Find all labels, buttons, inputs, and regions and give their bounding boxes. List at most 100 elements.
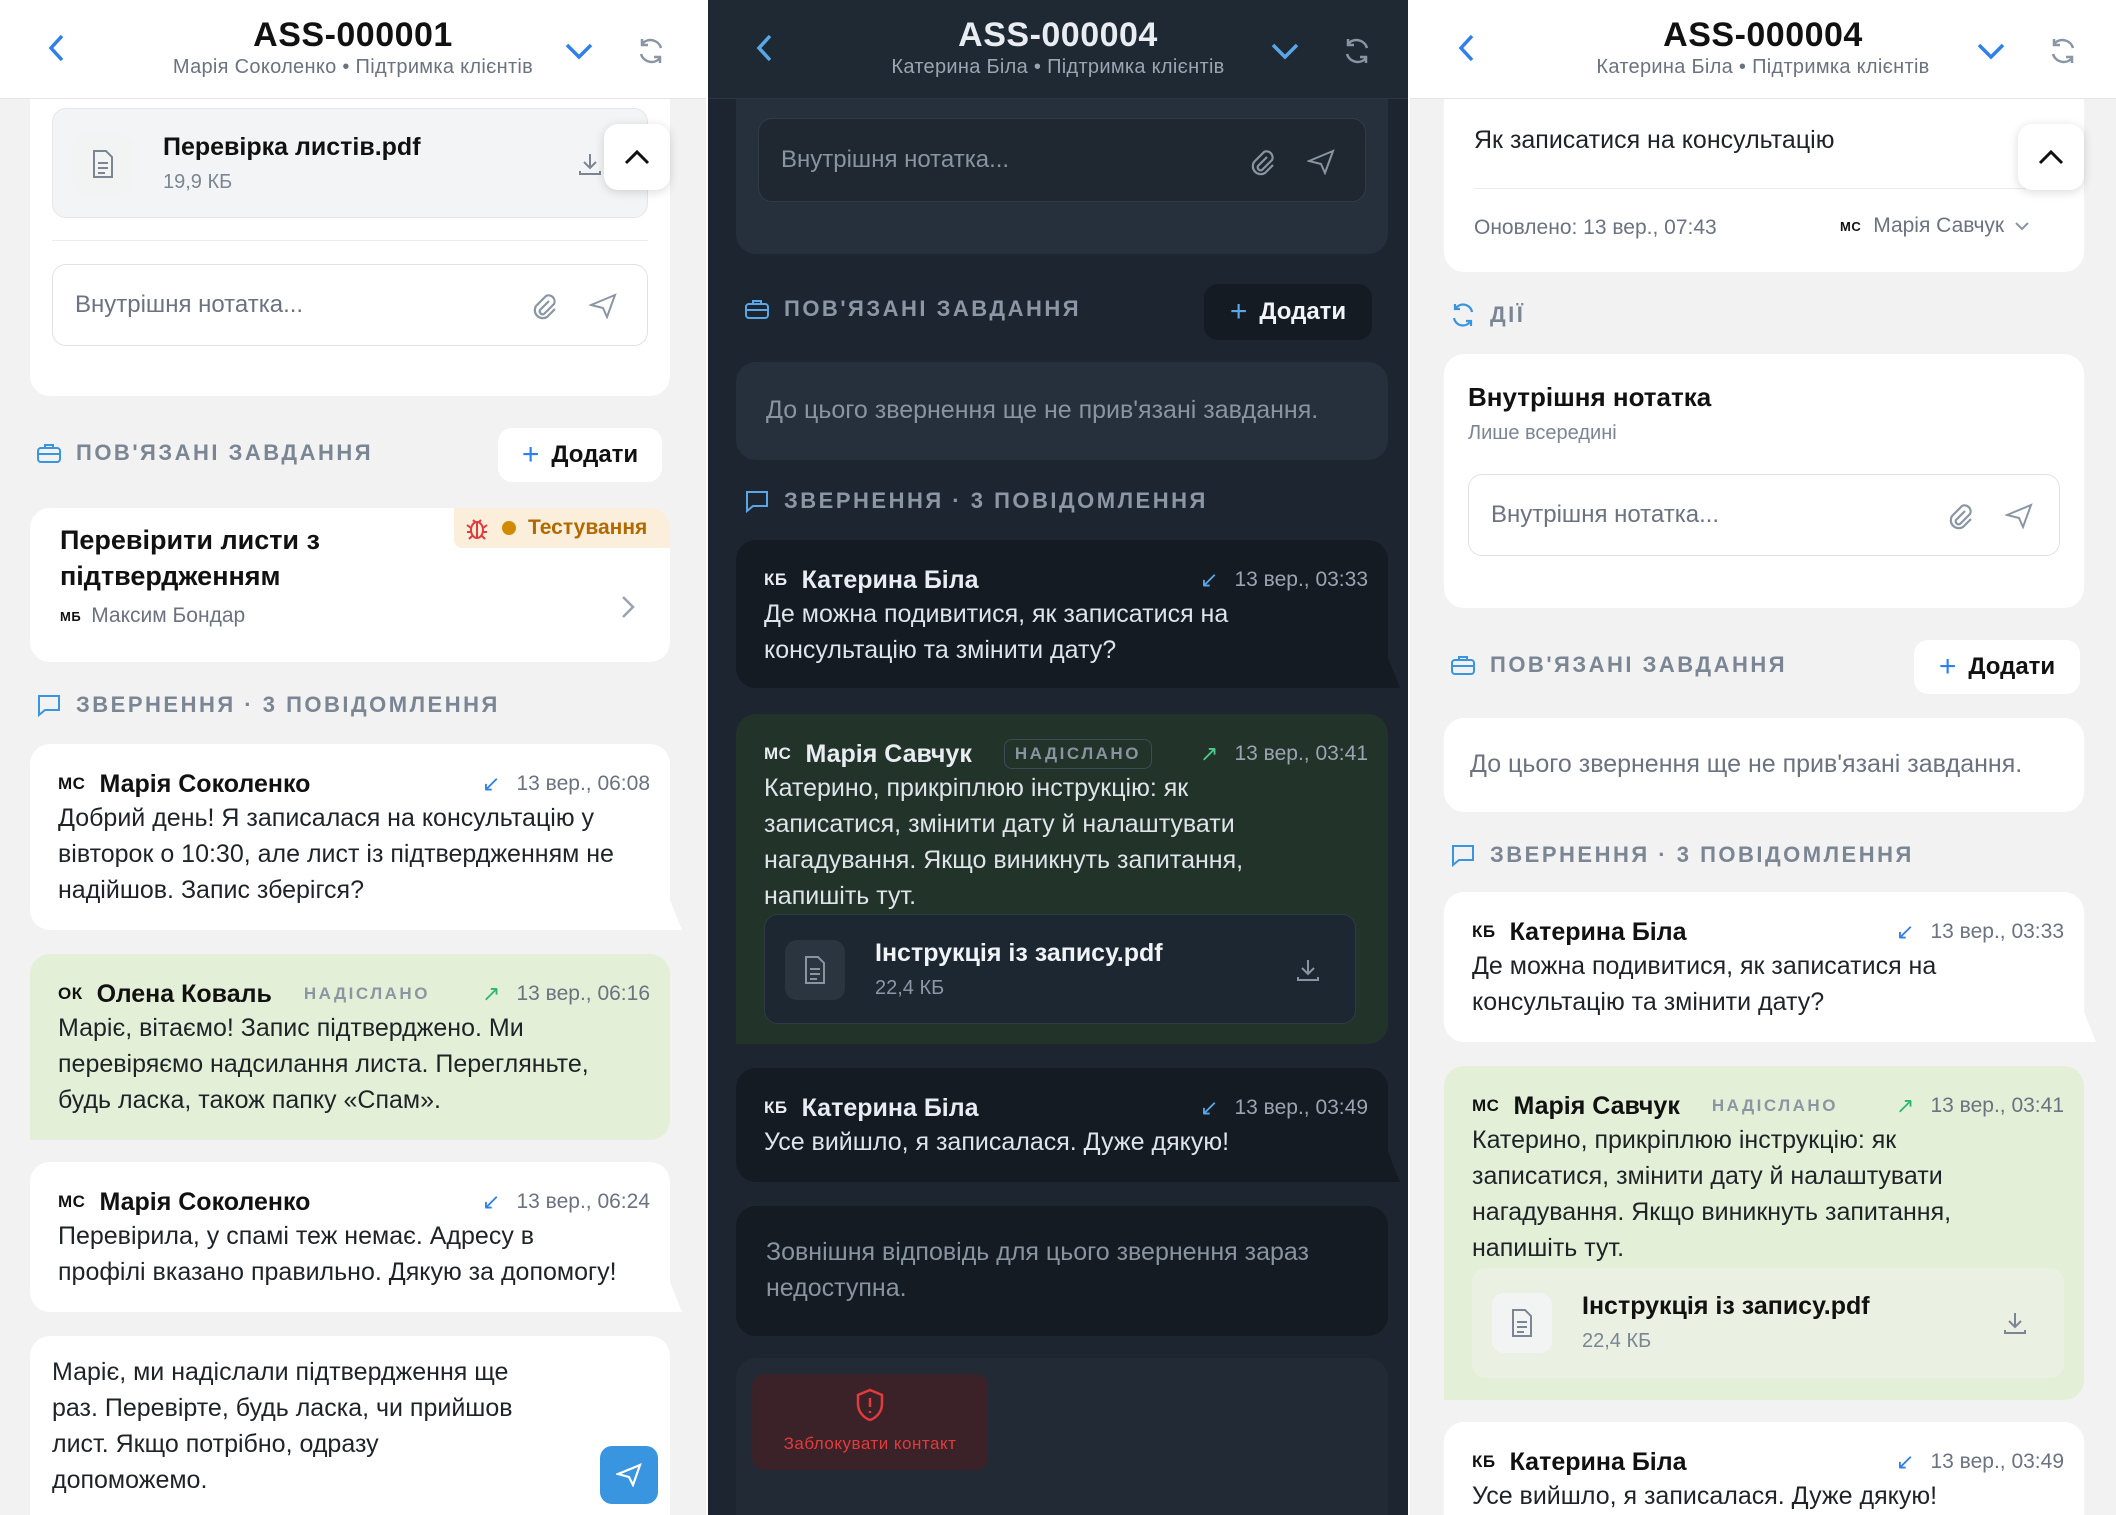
tasks-section-header: ПОВ'ЯЗАНІ ЗАВДАННЯ [36,440,373,466]
updated-text: Оновлено: 13 вер., 07:43 [1474,216,1717,239]
send-icon[interactable] [1305,149,1335,182]
ticket-header: ASS-000004 Катерина Біла • Підтримка клі… [708,0,1408,99]
refresh-icon [1345,38,1369,64]
refresh-button[interactable] [2042,30,2084,72]
dropdown-button[interactable] [1264,30,1306,72]
chat-icon [746,491,768,513]
messages-section-label: ЗВЕРНЕННЯ · 3 ПОВІДОМЛЕННЯ [76,692,500,717]
internal-note-input[interactable]: Внутрішня нотатка... [1468,474,2060,556]
chevron-down-icon [1977,43,2005,60]
sender-name: Марія Соколенко [99,1187,311,1216]
message-outgoing: МС Марія Савчук НАДІСЛАНО ↗ 13 вер., 03:4… [736,714,1388,1044]
add-task-label: Додати [1259,298,1347,325]
shield-alert-icon [856,1388,884,1422]
task-assignee: МБ Максим Бондар [60,604,245,628]
add-task-button[interactable]: + Додати [498,428,662,482]
tasks-section-label: ПОВ'ЯЗАНІ ЗАВДАННЯ [1490,652,1788,677]
ticket-header: ASS-000004 Катерина Біла • Підтримка клі… [1410,0,2116,99]
attachment-row[interactable]: Інструкція із запису.pdf 22,4 КБ [1472,1268,2064,1378]
tasks-section-header: ПОВ'ЯЗАНІ ЗАВДАННЯ [1450,652,1787,678]
messages-section-label: ЗВЕРНЕННЯ · 3 ПОВІДОМЛЕННЯ [1490,842,1914,867]
internal-note-title: Внутрішня нотатка [1468,382,1712,412]
sender-initials: МС [1472,1096,1500,1115]
chevron-down-icon [1271,43,1299,60]
plus-icon: + [1938,650,1957,683]
refresh-icon [2051,38,2075,64]
chat-icon [38,695,60,717]
download-icon[interactable] [1295,957,1321,988]
message-text: Де можна подивитися, як записатися на ко… [1472,952,1937,1016]
sender-name: Олена Коваль [96,979,272,1008]
sent-badge: НАДІСЛАНО [1711,1096,1838,1115]
message-time: ↙ 13 вер., 03:49 [1200,1095,1368,1120]
sender-initials: МС [764,744,792,763]
message-text: Добрий день! Я записалася на консультаці… [58,804,614,904]
internal-note-input[interactable]: Внутрішня нотатка... [52,264,648,346]
paperclip-icon[interactable] [1247,147,1275,184]
internal-note-input[interactable]: Внутрішня нотатка... [758,118,1366,202]
attachment-row[interactable]: Перевірка листів.pdf 19,9 КБ [52,108,648,218]
messages-section-header: ЗВЕРНЕННЯ · 3 ПОВІДОМЛЕННЯ [1450,842,1914,868]
bubble-tail [1388,1152,1400,1182]
sender-name: Марія Соколенко [99,769,311,798]
block-contact-button[interactable]: Заблокувати контакт [752,1374,988,1470]
sent-badge: НАДІСЛАНО [1003,739,1152,769]
tasks-section-header: ПОВ'ЯЗАНІ ЗАВДАННЯ [744,296,1081,322]
document-icon [73,134,133,194]
sender-initials: КБ [764,570,788,589]
message-incoming: МС Марія Соколенко ↙ 13 вер., 06:24 Перев… [30,1162,670,1312]
task-card[interactable]: Перевірити листи з підтвердженням Тестув… [30,508,670,662]
refresh-button[interactable] [1336,30,1378,72]
messages-section-header: ЗВЕРНЕННЯ · 3 ПОВІДОМЛЕННЯ [36,692,500,718]
message-text: Катерино, прикріплюю інструкцію: як запи… [1472,1126,1952,1262]
paperclip-icon[interactable] [529,291,557,328]
collapse-button[interactable] [2018,124,2084,190]
download-icon[interactable] [2002,1310,2028,1341]
sender-initials: КБ [1472,1452,1496,1471]
no-tasks-card: До цього звернення ще не прив'язані завд… [736,362,1388,460]
message-time: ↙ 13 вер., 06:08 [482,771,650,796]
add-task-button[interactable]: + Додати [1204,284,1372,340]
send-icon[interactable] [2003,503,2033,536]
message-text: Усе вийшло, я записалася. Дуже дякую! [764,1128,1230,1156]
sender-initials: КБ [1472,922,1496,941]
message-time: ↙ 13 вер., 06:24 [482,1189,650,1214]
message-text: Де можна подивитися, як записатися на ко… [764,600,1229,664]
refresh-icon [639,38,663,64]
sender-name: Катерина Біла [1509,917,1687,946]
sent-badge: НАДІСЛАНО [303,984,430,1003]
message-time: ↗ 13 вер., 06:16 [482,981,650,1006]
tasks-section-label: ПОВ'ЯЗАНІ ЗАВДАННЯ [76,440,374,465]
collapse-button[interactable] [604,124,670,190]
dropdown-button[interactable] [558,30,600,72]
sender-initials: МС [58,774,86,793]
owner-name: Марія Савчук [1873,214,2005,237]
screen-ticket-ass-000004-dark: Внутрішня нотатка... ПОВ'ЯЗАНІ ЗАВДАННЯ … [708,0,1408,1515]
chevron-up-icon [624,149,650,165]
message-outgoing: ОК Олена Коваль НАДІСЛАНО ↗ 13 вер., 06:1… [30,954,670,1140]
add-task-label: Додати [551,441,639,468]
attachment-row[interactable]: Інструкція із запису.pdf 22,4 КБ [764,914,1356,1024]
message-time: ↙ 13 вер., 03:33 [1896,919,2064,944]
no-tasks-card: До цього звернення ще не прив'язані завд… [1444,718,2084,812]
download-icon[interactable] [577,151,603,182]
sender-initials: ОК [58,984,83,1003]
no-tasks-text: До цього звернення ще не прив'язані завд… [1470,750,2023,778]
actions-section-header: ДІЇ [1450,302,1525,328]
reply-composer[interactable]: Маріє, ми надіслали підтвердження ще раз… [30,1336,670,1515]
incoming-arrow-icon: ↙ [1200,1095,1219,1120]
document-icon [1492,1293,1552,1353]
send-button[interactable] [600,1446,658,1504]
dropdown-button[interactable] [1970,30,2012,72]
refresh-button[interactable] [630,30,672,72]
sender-name: Катерина Біла [801,565,979,594]
message-time: ↗ 13 вер., 03:41 [1200,741,1368,766]
task-status-badge: Тестування [454,508,670,548]
owner-select[interactable]: МС Марія Савчук [1840,214,2030,238]
no-tasks-text: До цього звернення ще не прив'язані завд… [766,396,1319,424]
actions-label: ДІЇ [1490,302,1526,327]
paperclip-icon[interactable] [1945,501,1973,538]
add-task-button[interactable]: + Додати [1914,640,2080,694]
ticket-subtitle: Марія Соколенко • Підтримка клієнтів [172,56,534,78]
send-icon[interactable] [587,293,617,326]
